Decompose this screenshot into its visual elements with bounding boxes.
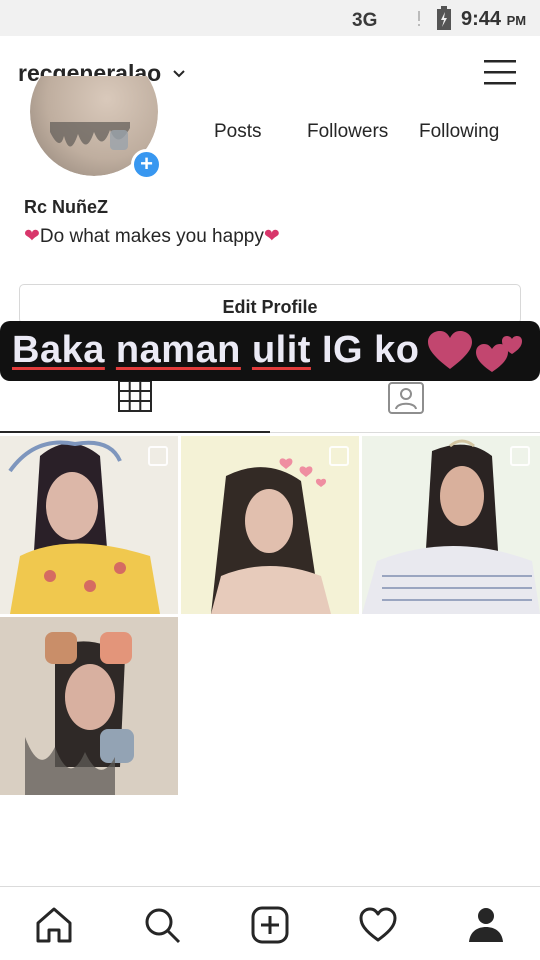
multiple-photos-icon xyxy=(329,446,349,466)
grid-icon xyxy=(118,381,152,412)
search-icon[interactable] xyxy=(142,905,182,945)
two-hearts-sticker-icon xyxy=(476,336,522,372)
post-thumbnail[interactable] xyxy=(0,617,178,795)
posts-label[interactable]: Posts xyxy=(214,121,262,143)
bio-text: Do what makes you happy xyxy=(39,225,264,247)
home-icon[interactable] xyxy=(34,905,74,945)
add-icon[interactable] xyxy=(250,905,290,945)
followers-label[interactable]: Followers xyxy=(307,121,388,143)
chevron-down-icon xyxy=(173,69,185,77)
heart-emoji: ❤ xyxy=(263,226,280,247)
heart-icon[interactable] xyxy=(358,905,398,945)
post-image xyxy=(0,617,178,795)
post-thumbnail[interactable] xyxy=(362,436,540,614)
multiple-photos-icon xyxy=(510,446,530,466)
battery-icon xyxy=(437,6,451,30)
clock: 9:44 PM xyxy=(461,8,527,30)
multiple-photos-icon xyxy=(148,446,168,466)
tagged-icon xyxy=(388,382,424,414)
bottom-nav xyxy=(0,886,540,960)
post-thumbnail[interactable] xyxy=(0,436,178,614)
bio: ❤ Do what makes you happy ❤ xyxy=(24,225,280,248)
heart-sticker-icon xyxy=(428,331,472,369)
signal-icon xyxy=(418,11,420,26)
edit-profile-button[interactable]: Edit Profile xyxy=(19,284,521,324)
caption-text: Baka naman ulit IG ko xyxy=(12,329,420,371)
network-indicator: 3G xyxy=(352,10,378,31)
add-story-icon[interactable]: + xyxy=(131,149,162,180)
profile-tabs xyxy=(0,381,540,433)
avatar-image xyxy=(50,122,130,150)
heart-emoji: ❤ xyxy=(24,226,40,247)
status-bar: 3G 9:44 PM xyxy=(0,0,540,36)
tab-grid[interactable] xyxy=(0,381,270,433)
tab-tagged[interactable] xyxy=(270,381,540,433)
post-thumbnail[interactable] xyxy=(181,436,359,614)
following-label[interactable]: Following xyxy=(419,121,499,143)
menu-icon[interactable] xyxy=(484,58,516,86)
profile-icon[interactable] xyxy=(466,905,506,945)
display-name: Rc NuñeZ xyxy=(24,197,109,217)
